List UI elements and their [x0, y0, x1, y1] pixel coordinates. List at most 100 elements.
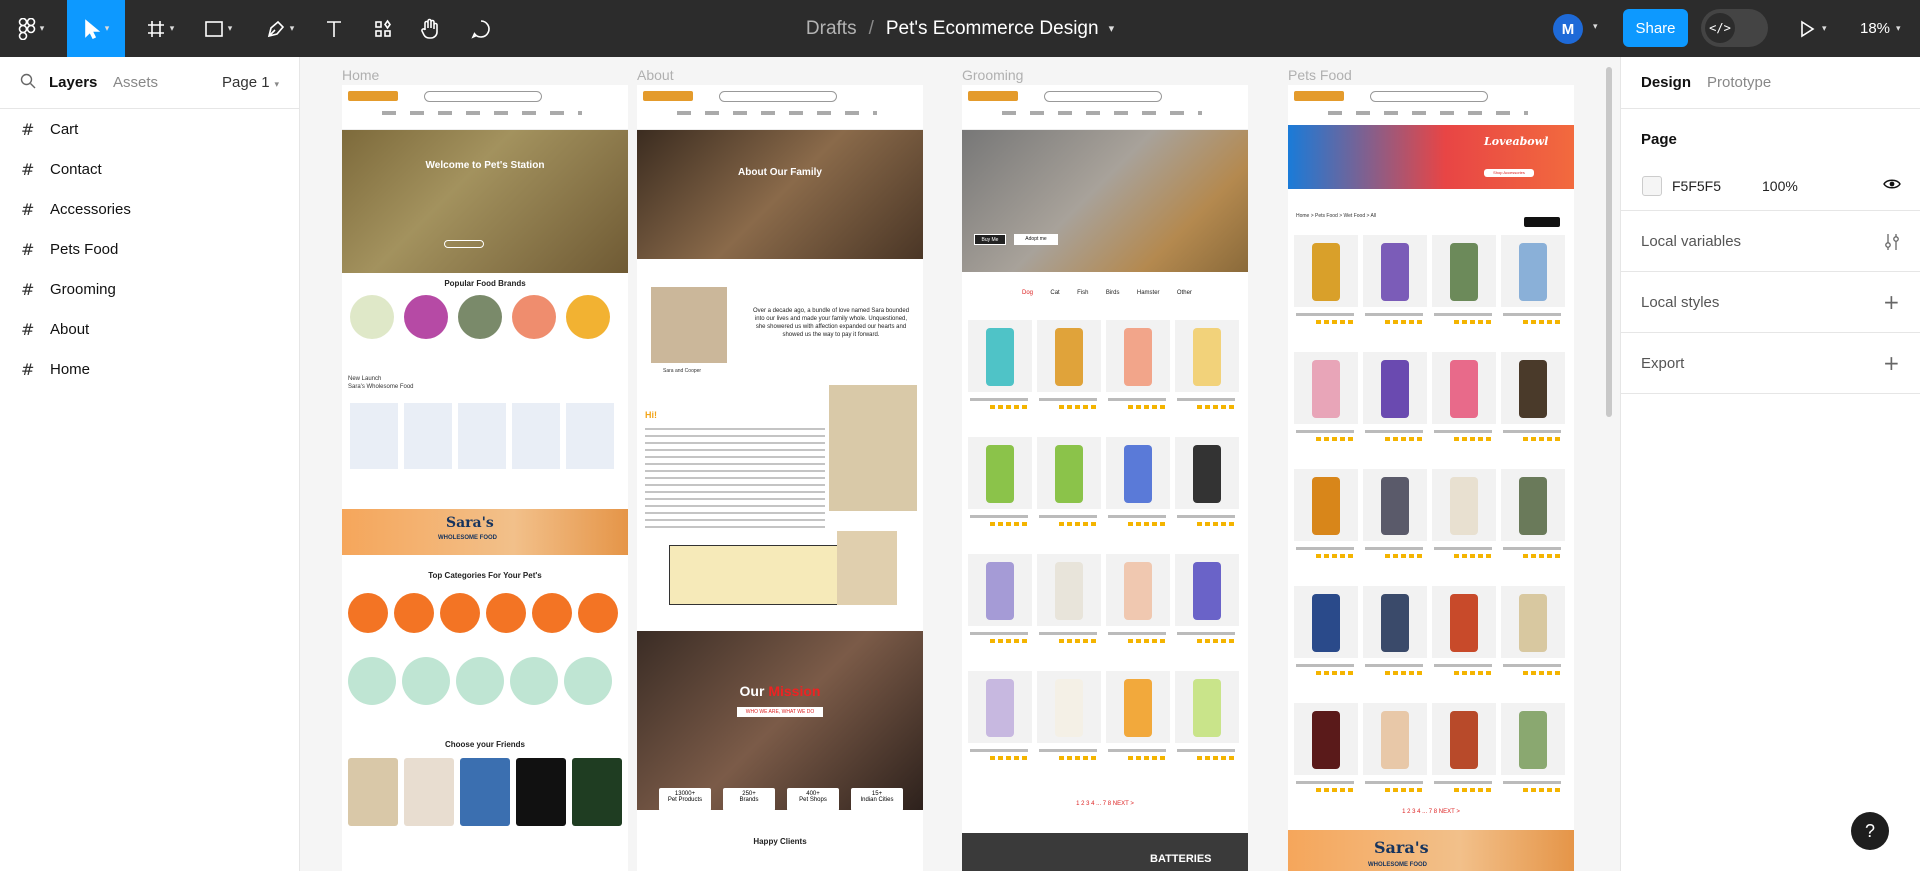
promo-banner-sub: WHOLESOME FOOD	[438, 535, 497, 541]
present-button[interactable]: ▾	[1798, 0, 1827, 57]
product-title	[970, 398, 1028, 401]
plus-icon[interactable]: +	[1883, 290, 1900, 314]
product-pack	[986, 328, 1014, 386]
frame-label-pets-food[interactable]: Pets Food	[1288, 67, 1352, 83]
hand-icon	[421, 18, 438, 39]
category-circle	[402, 657, 450, 705]
hand-tool-button[interactable]	[414, 0, 446, 57]
layer-home[interactable]: # Home	[0, 349, 299, 389]
product-pack	[1124, 679, 1152, 737]
move-tool-button[interactable]: ▾	[67, 0, 125, 57]
home-hero-title: Welcome to Pet's Station	[425, 160, 545, 171]
buy-me-button: Buy Me	[974, 234, 1006, 245]
product-image	[968, 320, 1032, 392]
local-styles-label: Local styles	[1641, 294, 1720, 311]
product-rating	[990, 756, 1028, 760]
pen-tool-button[interactable]: ▾	[258, 0, 302, 57]
plus-icon[interactable]: +	[1883, 351, 1900, 375]
product-card	[1363, 235, 1427, 333]
banner-title: Loveabowl	[1484, 135, 1549, 148]
help-button[interactable]: ?	[1851, 812, 1889, 850]
grooming-pagination: 1 2 3 4 ... 7 8 NEXT >	[1076, 801, 1134, 807]
product-card	[968, 671, 1032, 769]
product-rating	[990, 522, 1028, 526]
frame-about[interactable]: About Our Family Sara and Cooper Over a …	[637, 85, 923, 871]
brand-circle	[458, 295, 502, 339]
top-toolbar: ▾ ▾ ▾ ▾ ▾ Drafts / Pet's Ecommerce Desig…	[0, 0, 1920, 57]
canvas-scrollbar[interactable]	[1606, 67, 1612, 417]
tab-layers[interactable]: Layers	[49, 74, 97, 91]
frame-label-grooming[interactable]: Grooming	[962, 67, 1023, 83]
sliders-icon[interactable]	[1884, 233, 1900, 251]
product-card	[1106, 671, 1170, 769]
product-rating	[1128, 405, 1166, 409]
layer-grooming[interactable]: # Grooming	[0, 269, 299, 309]
export-section[interactable]: Export +	[1621, 333, 1920, 394]
tab-prototype[interactable]: Prototype	[1707, 74, 1771, 91]
tab-design[interactable]: Design	[1641, 74, 1691, 91]
chevron-down-icon[interactable]: ▾	[1593, 22, 1598, 32]
chevron-down-icon[interactable]: ▾	[1109, 22, 1115, 35]
share-button[interactable]: Share	[1623, 9, 1688, 47]
page-selector[interactable]: Page 1 ▾	[222, 74, 279, 91]
product-image	[1501, 235, 1565, 307]
product-image	[1106, 671, 1170, 743]
zoom-dropdown[interactable]: 18% ▾	[1860, 0, 1901, 57]
product-card	[1432, 235, 1496, 333]
tab-assets[interactable]: Assets	[113, 74, 158, 91]
site-nav	[677, 111, 877, 115]
file-name[interactable]: Pet's Ecommerce Design	[886, 18, 1099, 40]
local-variables-section[interactable]: Local variables	[1621, 211, 1920, 272]
pets-food-breadcrumb: Home > Pets Food > Wet Food > All	[1296, 213, 1377, 219]
product-rating	[1128, 756, 1166, 760]
avatar[interactable]: M	[1553, 14, 1583, 44]
category-circle	[348, 593, 388, 633]
local-styles-section[interactable]: Local styles +	[1621, 272, 1920, 333]
resources-button[interactable]	[367, 0, 399, 57]
layer-pets-food[interactable]: # Pets Food	[0, 229, 299, 269]
search-icon[interactable]	[20, 73, 36, 89]
product-title	[1503, 430, 1561, 433]
shape-tool-button[interactable]: ▾	[196, 0, 240, 57]
breadcrumb-folder[interactable]: Drafts	[806, 18, 857, 40]
eye-icon[interactable]	[1883, 177, 1901, 191]
filter-dog: Dog	[1022, 290, 1034, 296]
dev-mode-toggle[interactable]: </>	[1701, 9, 1768, 47]
product-rating	[1316, 671, 1354, 675]
cursor-icon	[84, 18, 100, 39]
text-tool-button[interactable]	[318, 0, 350, 57]
layer-accessories[interactable]: # Accessories	[0, 189, 299, 229]
product-rating	[990, 405, 1028, 409]
product-pack	[1381, 243, 1409, 301]
chevron-down-icon: ▾	[1896, 23, 1901, 34]
product-title	[1039, 632, 1097, 635]
product-image	[1363, 235, 1427, 307]
category-circle	[578, 593, 618, 633]
layer-cart[interactable]: # Cart	[0, 109, 299, 149]
product-image	[968, 671, 1032, 743]
frame-label-home[interactable]: Home	[342, 67, 379, 83]
frame-home[interactable]: Welcome to Pet's Station Popular Food Br…	[342, 85, 628, 871]
page-color-opacity[interactable]: 100%	[1762, 178, 1798, 194]
frame-pets-food[interactable]: Loveabowl Shop Accessories Home > Pets F…	[1288, 85, 1574, 871]
frame-icon: #	[21, 199, 35, 219]
design-canvas[interactable]: Home About Grooming Pets Food Welcome to…	[300, 57, 1620, 871]
product-title	[1177, 398, 1235, 401]
join-button	[444, 240, 484, 248]
home-hero: Welcome to Pet's Station	[342, 130, 628, 273]
main-menu-button[interactable]: ▾	[10, 0, 52, 57]
layer-label: Cart	[50, 120, 79, 138]
product-title	[1039, 515, 1097, 518]
frame-grooming[interactable]: Buy Me Adopt me Dog Cat Fish Birds Hamst…	[962, 85, 1248, 871]
page-color-swatch[interactable]	[1642, 176, 1662, 196]
category-circle	[348, 657, 396, 705]
frame-tool-button[interactable]: ▾	[138, 0, 182, 57]
page-color-hex[interactable]: F5F5F5	[1672, 178, 1721, 194]
comment-tool-button[interactable]	[465, 0, 497, 57]
layer-about[interactable]: # About	[0, 309, 299, 349]
about-hero: About Our Family	[637, 130, 923, 259]
chevron-down-icon: ▾	[289, 23, 295, 34]
frame-icon: #	[21, 319, 35, 339]
frame-label-about[interactable]: About	[637, 67, 674, 83]
layer-contact[interactable]: # Contact	[0, 149, 299, 189]
